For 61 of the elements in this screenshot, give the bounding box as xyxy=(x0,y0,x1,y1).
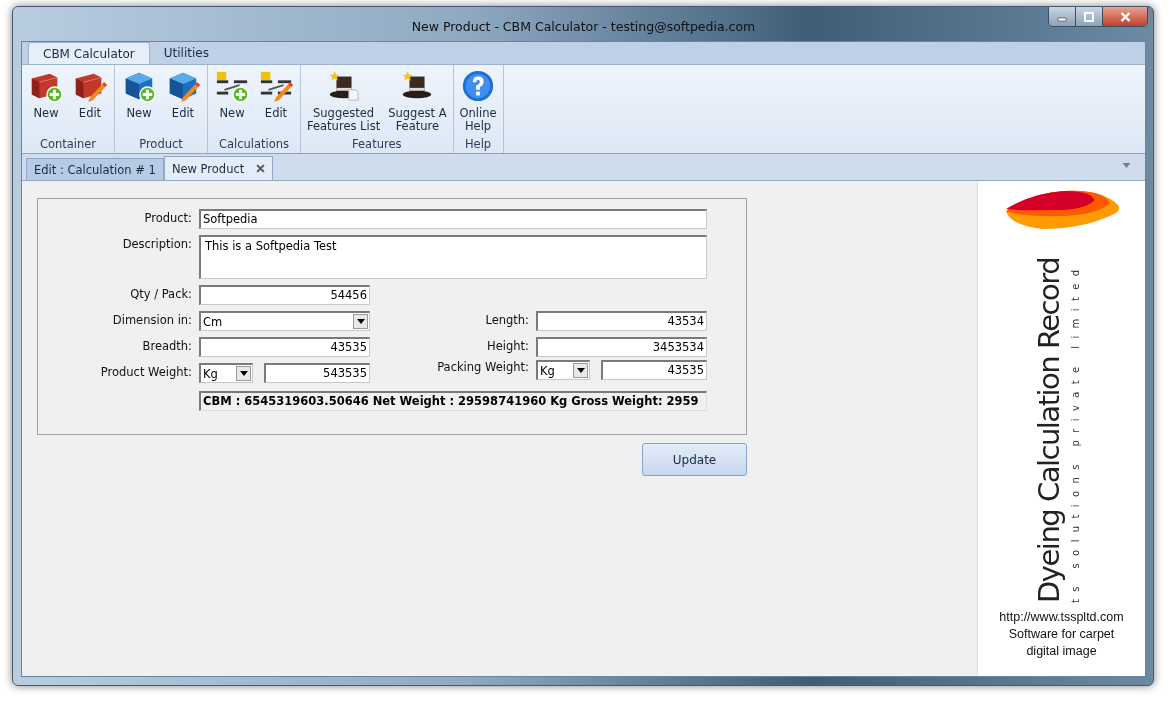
summary-field: CBM : 6545319603.50646 Net Weight : 29598741960 Kg Gross Weight: 2959 xyxy=(199,391,707,411)
ribbon-button[interactable]: Suggest A Feature xyxy=(384,67,451,137)
minimize-button[interactable] xyxy=(1049,7,1076,26)
help-icon xyxy=(461,69,496,103)
breadth-field[interactable]: 43535 xyxy=(199,337,370,357)
product-field[interactable]: Softpedia xyxy=(199,209,707,229)
description-field[interactable]: This is a Softpedia Test xyxy=(199,235,707,279)
ribbon-tab[interactable]: CBM Calculator xyxy=(28,42,150,64)
field-label: Dimension in: xyxy=(111,312,192,329)
field-label: Length: xyxy=(484,312,529,329)
dropdown[interactable]: Kg xyxy=(199,363,253,383)
field-label: Description: xyxy=(121,236,192,253)
ad-headline: Dyeing Calculation Record xyxy=(1031,257,1066,603)
dropdown[interactable]: Kg xyxy=(536,360,590,380)
ribbon-button[interactable]: New xyxy=(117,67,161,137)
weight-field[interactable]: 43535 xyxy=(601,360,707,380)
close-button[interactable] xyxy=(1103,7,1147,26)
group-label: Help xyxy=(463,137,493,153)
weight-field[interactable]: 543535 xyxy=(264,363,370,383)
document-tab[interactable]: New Product xyxy=(163,156,274,180)
caret-icon xyxy=(576,368,585,373)
ad-text: http://www.tsspltd.com xyxy=(999,609,1124,626)
ribbon-button[interactable]: Online Help xyxy=(455,67,501,137)
maximize-icon xyxy=(1084,11,1094,22)
tab-label[interactable]: Edit : Calculation # 1 xyxy=(34,162,156,177)
length-field[interactable]: 43534 xyxy=(536,311,707,331)
field-label: Product Weight: xyxy=(99,364,192,381)
balance-icon xyxy=(215,69,249,103)
dropdown[interactable]: Cm xyxy=(199,311,370,331)
field-label: Height: xyxy=(486,338,529,355)
ribbon-button[interactable]: New xyxy=(24,67,68,137)
balance-icon xyxy=(259,69,293,103)
ad-text: digital image xyxy=(1026,643,1097,660)
document-tab[interactable]: Edit : Calculation # 1 xyxy=(26,158,164,180)
ribbon-button[interactable]: Edit xyxy=(68,67,112,137)
close-icon xyxy=(1119,11,1131,22)
ribbon-button[interactable]: Suggested Features List xyxy=(303,67,385,137)
tab-label[interactable]: New Product xyxy=(171,161,245,176)
ribbon-button[interactable]: Edit xyxy=(254,67,298,137)
group-label: Calculations xyxy=(217,137,291,153)
group-label: Product xyxy=(138,137,184,153)
maximize-button[interactable] xyxy=(1076,7,1103,26)
height-field[interactable]: 3453534 xyxy=(536,337,707,357)
field-label: Breadth: xyxy=(141,338,192,355)
field-label: Qty / Pack: xyxy=(129,286,192,303)
ribbon-button[interactable]: Edit xyxy=(161,67,205,137)
qty-field[interactable]: 54456 xyxy=(199,285,370,305)
dropdown-arrow-icon[interactable] xyxy=(1122,163,1131,168)
caret-icon xyxy=(356,319,365,324)
group-label: Features xyxy=(351,137,403,153)
field-label: Product: xyxy=(143,210,192,227)
ribbon-tab[interactable]: Utilities xyxy=(149,42,223,64)
window-title: New Product - CBM Calculator - testing@softpedia.com xyxy=(411,17,756,34)
ribbon-button[interactable]: New xyxy=(210,67,254,137)
caret-icon xyxy=(239,371,248,376)
group-label: Container xyxy=(38,137,98,153)
ad-tagline: ts solutions private limited xyxy=(1069,262,1081,603)
field-label: Packing Weight: xyxy=(436,360,529,376)
close-icon[interactable] xyxy=(256,164,266,173)
update-button[interactable]: Update xyxy=(642,443,747,476)
ad-text: Software for carpet xyxy=(1008,626,1115,643)
